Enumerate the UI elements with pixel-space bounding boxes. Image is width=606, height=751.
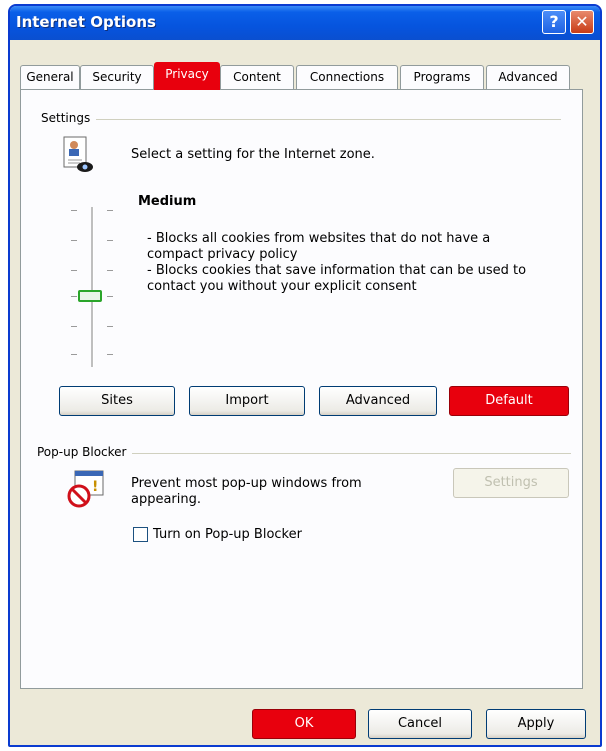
privacy-level-desc-line1: - Blocks all cookies from websites that … [147, 231, 491, 246]
slider-tick [71, 270, 77, 271]
popup-blocker-checkbox-label[interactable]: Turn on Pop-up Blocker [153, 527, 302, 542]
slider-tick [71, 296, 77, 297]
popup-blocker-icon: ! [67, 470, 104, 508]
tab-advanced[interactable]: Advanced [486, 65, 570, 89]
slider-tick [107, 296, 113, 297]
tab-content[interactable]: Content [220, 65, 294, 89]
privacy-report-icon [63, 136, 93, 172]
slider-tick [107, 240, 113, 241]
slider-tick [107, 270, 113, 271]
slider-tick [71, 240, 77, 241]
slider-tick [71, 210, 77, 211]
window-title: Internet Options [16, 13, 156, 31]
title-bar[interactable]: Internet Options ? ✕ [10, 6, 600, 40]
tab-general[interactable]: General [20, 65, 80, 89]
tab-security[interactable]: Security [80, 65, 154, 89]
default-button[interactable]: Default [449, 386, 569, 416]
ok-button[interactable]: OK [252, 709, 356, 739]
popup-group-label: Pop-up Blocker [37, 445, 133, 459]
privacy-slider-track[interactable] [91, 207, 94, 367]
slider-tick [71, 354, 77, 355]
privacy-slider-thumb[interactable] [78, 290, 102, 302]
cancel-button[interactable]: Cancel [368, 709, 472, 739]
close-button[interactable]: ✕ [570, 10, 594, 34]
privacy-level-desc-line4: contact you without your explicit consen… [147, 279, 417, 294]
settings-group-label: Settings [41, 111, 97, 125]
tab-connections[interactable]: Connections [296, 65, 398, 89]
slider-tick [71, 326, 77, 327]
slider-tick [107, 210, 113, 211]
popup-description-line2: appearing. [131, 492, 202, 507]
svg-text:!: ! [92, 479, 98, 495]
privacy-level-desc-line2: compact privacy policy [147, 247, 298, 262]
sites-button[interactable]: Sites [59, 386, 175, 416]
tab-privacy[interactable]: Privacy [154, 62, 220, 90]
privacy-level-title: Medium [138, 194, 197, 209]
popup-description-line1: Prevent most pop-up windows from [131, 476, 362, 491]
zone-instruction-text: Select a setting for the Internet zone. [131, 147, 375, 162]
tab-programs[interactable]: Programs [400, 65, 484, 89]
popup-settings-button[interactable]: Settings [453, 468, 569, 498]
internet-options-window: Internet Options ? ✕ General Security Pr… [8, 4, 602, 747]
privacy-panel: Settings Select a setting for the Intern… [20, 89, 583, 689]
popup-blocker-checkbox[interactable] [133, 527, 148, 542]
apply-button[interactable]: Apply [486, 709, 586, 739]
advanced-button[interactable]: Advanced [319, 386, 437, 416]
import-button[interactable]: Import [189, 386, 305, 416]
privacy-level-desc-line3: - Blocks cookies that save information t… [147, 263, 527, 278]
slider-tick [107, 326, 113, 327]
slider-tick [107, 354, 113, 355]
help-button[interactable]: ? [542, 10, 566, 34]
settings-group-divider [41, 119, 561, 120]
